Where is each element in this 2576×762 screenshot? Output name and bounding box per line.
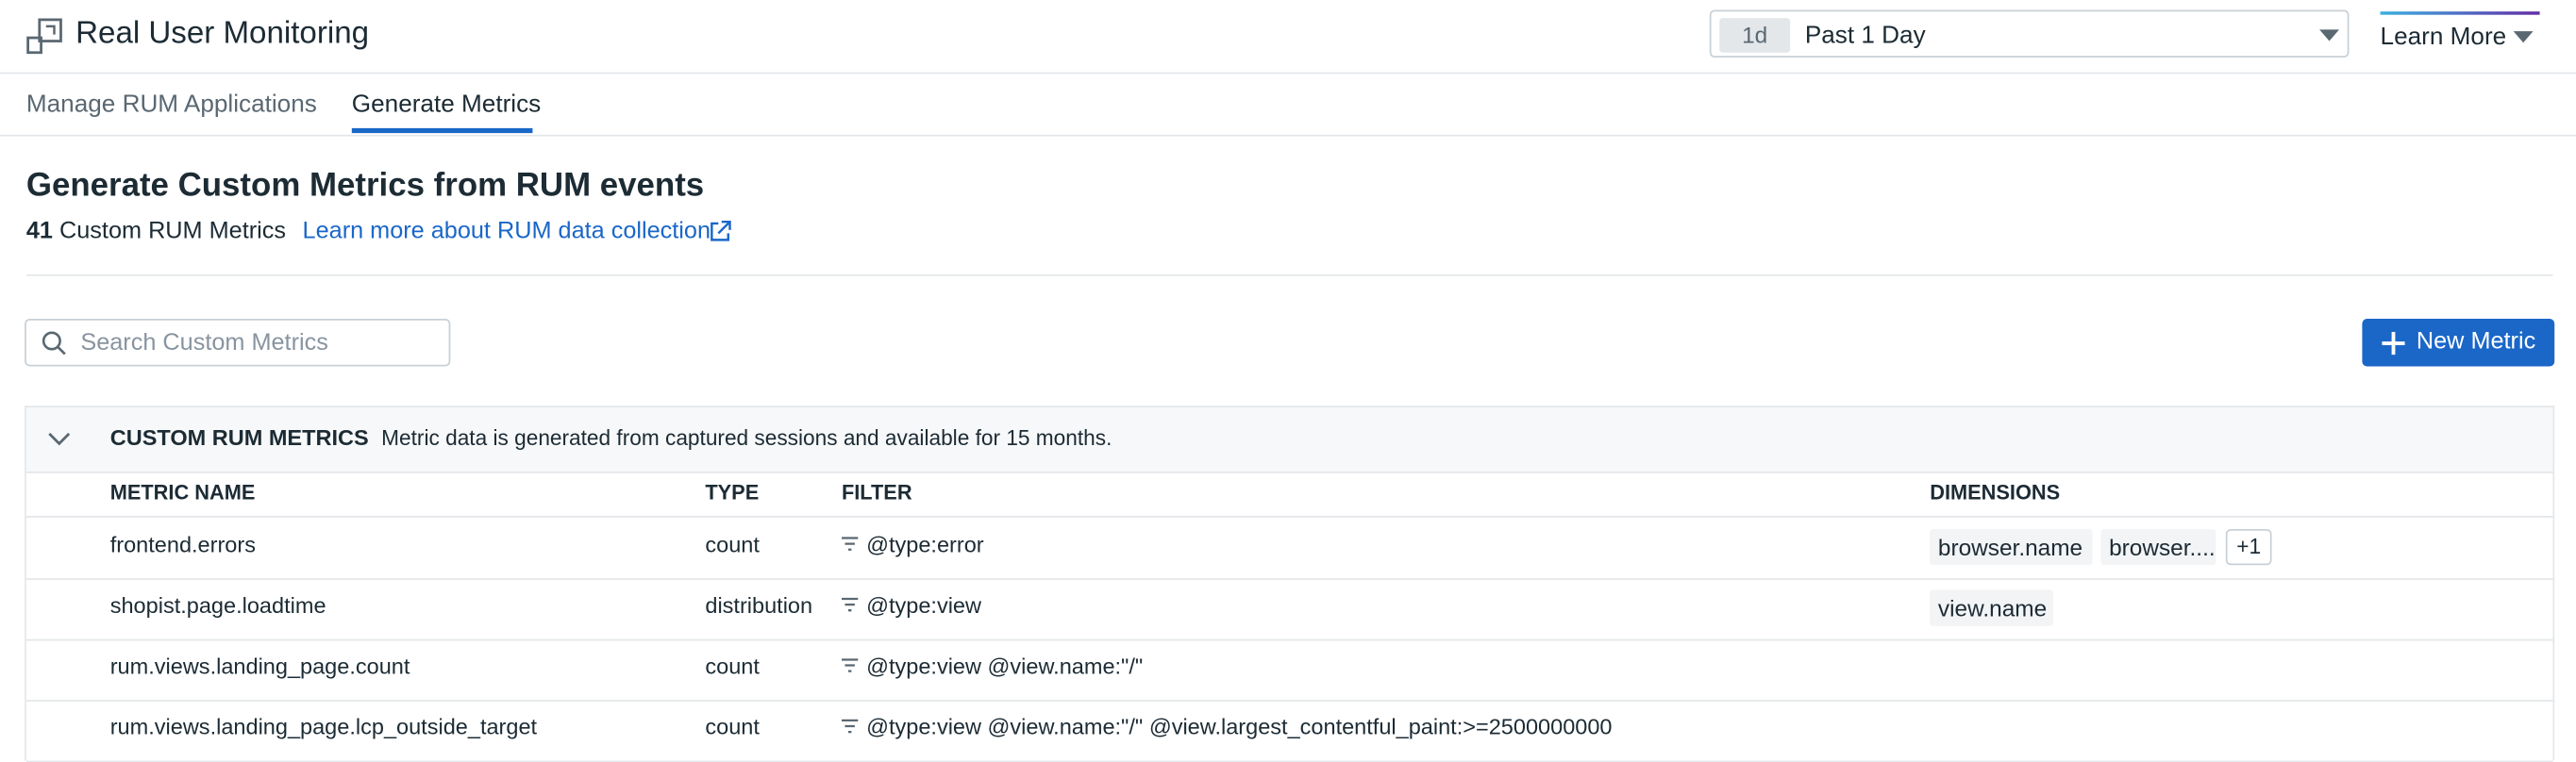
- table-row[interactable]: rum.views.landing_page.lcp_outside_targe…: [25, 700, 2553, 762]
- dimension-tag: browser....: [2100, 528, 2216, 566]
- section-divider: [25, 273, 2553, 276]
- page-title: Generate Custom Metrics from RUM events: [25, 167, 705, 205]
- metric-type: count: [705, 532, 760, 557]
- time-range-chip: 1d: [1719, 18, 1791, 53]
- search-box[interactable]: [25, 318, 451, 367]
- learn-more-rum-link[interactable]: Learn more about RUM data collection: [303, 219, 711, 245]
- group-description: Metric data is generated from captured s…: [381, 425, 1112, 451]
- metric-count-label: Custom RUM Metrics: [59, 218, 287, 245]
- tab-bar: Manage RUM Applications Generate Metrics: [0, 73, 2576, 137]
- metric-count-number: 41: [25, 218, 53, 245]
- new-metric-button[interactable]: New Metric: [2362, 318, 2555, 367]
- column-header-dimensions[interactable]: DIMENSIONS: [1930, 481, 2060, 504]
- metrics-group-header[interactable]: CUSTOM RUM METRICS Metric data is genera…: [25, 407, 2553, 473]
- metric-filter: @type:error: [866, 532, 984, 557]
- custom-metrics-table: CUSTOM RUM METRICS Metric data is genera…: [25, 406, 2555, 762]
- filter-icon: [841, 537, 859, 551]
- column-header-type[interactable]: TYPE: [705, 481, 759, 504]
- new-metric-label: New Metric: [2416, 328, 2536, 356]
- rum-page: Real User Monitoring 1d Past 1 Day Learn…: [0, 0, 2576, 762]
- table-header-row: METRIC NAME TYPE FILTER DIMENSIONS: [25, 473, 2553, 518]
- table-row[interactable]: frontend.errors count @type:error browse…: [25, 518, 2553, 580]
- active-tab-indicator: [351, 127, 533, 134]
- more-dimensions-badge[interactable]: +1: [2225, 528, 2272, 566]
- search-icon: [42, 331, 66, 356]
- filter-icon: [841, 719, 859, 734]
- table-row[interactable]: rum.views.landing_page.count count @type…: [25, 639, 2553, 702]
- learn-more-accent-bar: [2380, 11, 2540, 15]
- dimension-tag: view.name: [1930, 589, 2053, 626]
- metric-type: count: [705, 714, 760, 739]
- caret-down-icon: [2319, 29, 2340, 41]
- column-header-metric-name[interactable]: METRIC NAME: [110, 481, 256, 504]
- app-title: Real User Monitoring: [75, 16, 370, 52]
- filter-icon: [841, 597, 859, 612]
- external-link-icon[interactable]: [709, 220, 731, 242]
- metric-name: rum.views.landing_page.lcp_outside_targe…: [109, 714, 538, 739]
- time-range-picker[interactable]: 1d Past 1 Day: [1709, 9, 2350, 58]
- metric-name: shopist.page.loadtime: [109, 592, 326, 619]
- top-header: Real User Monitoring 1d Past 1 Day Learn…: [0, 0, 2576, 75]
- metric-count: 41 Custom RUM Metrics: [26, 219, 286, 245]
- metric-type: count: [705, 654, 760, 679]
- metric-name: rum.views.landing_page.count: [109, 654, 410, 679]
- filter-icon: [841, 658, 859, 672]
- tab-generate-metrics[interactable]: Generate Metrics: [352, 91, 541, 119]
- caret-down-icon: [2513, 31, 2534, 43]
- group-title: CUSTOM RUM METRICS: [109, 425, 369, 451]
- rum-app-icon: [26, 18, 62, 55]
- plus-icon: [2382, 331, 2405, 356]
- dimension-tag: browser.name: [1930, 528, 2093, 566]
- learn-more-label: Learn More: [2380, 23, 2507, 52]
- chevron-down-icon[interactable]: [46, 427, 73, 450]
- metric-filter: @type:view: [866, 592, 982, 619]
- metric-filter: @type:view @view.name:"/" @view.largest_…: [866, 714, 1613, 739]
- metric-name: frontend.errors: [109, 532, 256, 557]
- metric-type: distribution: [705, 592, 813, 619]
- learn-more-button[interactable]: Learn More: [2380, 11, 2540, 60]
- metric-filter: @type:view @view.name:"/": [866, 654, 1144, 679]
- table-row[interactable]: shopist.page.loadtime distribution @type…: [25, 578, 2553, 641]
- search-input[interactable]: [80, 324, 443, 360]
- tab-manage-rum-applications[interactable]: Manage RUM Applications: [26, 91, 317, 119]
- column-header-filter[interactable]: FILTER: [842, 481, 912, 504]
- time-range-label: Past 1 Day: [1804, 21, 1926, 50]
